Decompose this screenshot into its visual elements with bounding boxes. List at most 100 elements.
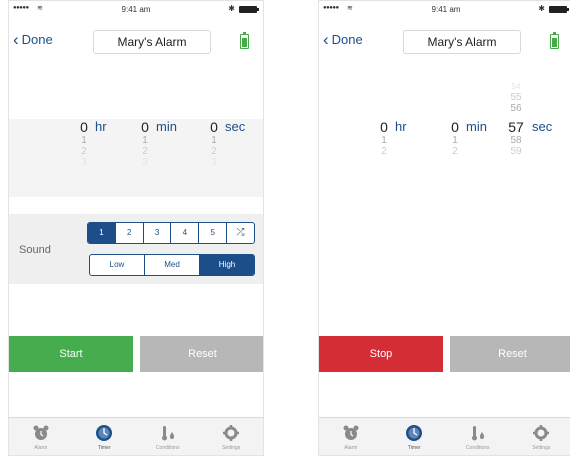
action-buttons: Start Reset (9, 336, 263, 372)
hour-option: 1 (381, 135, 387, 146)
second-option: 58 (510, 135, 522, 146)
status-bar: ●●●●● ≋ 9:41 am ✱ (9, 1, 263, 19)
battery-icon (239, 6, 259, 13)
minute-unit: min (466, 119, 487, 134)
volume-high[interactable]: High (200, 255, 254, 275)
bluetooth-icon: ✱ (228, 4, 235, 13)
right-screen: ●●●●● ≋ 9:41 am ✱ ‹ Done Mary's Alarm 0 … (318, 0, 570, 456)
hour-wheel[interactable]: 0 hr 1 2 (369, 119, 406, 157)
volume-low[interactable]: Low (90, 255, 145, 275)
sound-option-4[interactable]: 4 (171, 223, 200, 243)
tab-timer[interactable]: Timer (383, 418, 447, 455)
alarm-clock-icon (9, 424, 73, 442)
time-picker[interactable]: 0 hr 1 2 3 0 min 1 2 3 0 sec 1 2 3 (9, 119, 263, 197)
tab-label: Timer (97, 445, 111, 451)
hour-option: 2 (381, 146, 387, 157)
timer-icon (383, 424, 447, 442)
second-option: 54 (511, 82, 521, 91)
second-option: 56 (510, 103, 522, 114)
chevron-left-icon: ‹ (13, 30, 19, 49)
sound-option-2[interactable]: 2 (116, 223, 144, 243)
minute-option: 2 (452, 146, 458, 157)
hour-option: 3 (81, 157, 87, 168)
alarm-name-field[interactable]: Mary's Alarm (93, 30, 211, 54)
hour-option: 2 (81, 146, 87, 157)
sound-option-1[interactable]: 1 (88, 223, 116, 243)
status-bar: ●●●●● ≋ 9:41 am ✱ (319, 1, 570, 19)
tab-conditions[interactable]: Conditions (136, 418, 200, 455)
tab-label: Settings (532, 445, 551, 451)
alarm-name-field[interactable]: Mary's Alarm (403, 30, 521, 54)
alarm-clock-icon (319, 424, 383, 442)
status-time: 9:41 am (431, 5, 461, 14)
shuffle-button[interactable]: ⤮ (227, 223, 254, 243)
reset-button[interactable]: Reset (140, 336, 263, 372)
bluetooth-icon: ✱ (538, 4, 545, 13)
time-picker[interactable]: 0 hr 1 2 0 min 1 2 54 55 56 57 sec 58 59 (319, 82, 570, 197)
second-unit: sec (225, 119, 246, 134)
tab-alarm[interactable]: Alarm (319, 418, 383, 455)
minute-wheel[interactable]: 0 min 1 2 (440, 119, 487, 157)
chevron-left-icon: ‹ (323, 30, 329, 49)
stop-button[interactable]: Stop (319, 336, 443, 372)
tab-conditions[interactable]: Conditions (446, 418, 510, 455)
tab-settings[interactable]: Settings (510, 418, 570, 455)
timer-icon (73, 424, 137, 442)
second-value: 57 (508, 119, 524, 135)
hour-unit: hr (395, 119, 407, 134)
left-screen: ●●●●● ≋ 9:41 am ✱ ‹ Done Mary's Alarm 0 … (8, 0, 264, 456)
tab-timer[interactable]: Timer (73, 418, 137, 455)
battery-icon (549, 6, 569, 13)
reset-button[interactable]: Reset (450, 336, 570, 372)
sound-number-selector: 1 2 3 4 5 ⤮ (87, 222, 255, 244)
second-wheel[interactable]: 0 sec 1 2 3 (199, 119, 245, 168)
tab-settings[interactable]: Settings (200, 418, 264, 455)
nav-bar: ‹ Done Mary's Alarm (319, 23, 570, 59)
second-option: 3 (211, 157, 217, 168)
hour-unit: hr (95, 119, 107, 134)
tab-label: Timer (407, 445, 421, 451)
tab-label: Conditions (465, 445, 490, 451)
gear-icon (200, 424, 264, 442)
done-button[interactable]: ‹ Done (13, 30, 53, 49)
status-time: 9:41 am (121, 5, 151, 14)
tab-label: Alarm (344, 445, 358, 451)
minute-wheel[interactable]: 0 min 1 2 3 (130, 119, 177, 168)
device-battery-icon (550, 32, 559, 49)
second-option: 55 (510, 92, 522, 103)
nav-bar: ‹ Done Mary's Alarm (9, 23, 263, 59)
second-options-above: 54 55 56 (501, 81, 531, 114)
second-option: 2 (211, 146, 217, 157)
thermometer-icon (446, 424, 510, 442)
minute-option: 1 (142, 135, 148, 146)
gear-icon (510, 424, 570, 442)
tab-alarm[interactable]: Alarm (9, 418, 73, 455)
done-label: Done (331, 32, 363, 47)
done-button[interactable]: ‹ Done (323, 30, 363, 49)
tab-label: Conditions (155, 445, 180, 451)
minute-option: 3 (142, 157, 148, 168)
shuffle-icon: ⤮ (236, 227, 245, 238)
sound-label: Sound (19, 244, 51, 256)
minute-option: 1 (452, 135, 458, 146)
tab-label: Alarm (34, 445, 48, 451)
tab-label: Settings (222, 445, 241, 451)
minute-unit: min (156, 119, 177, 134)
thermometer-icon (136, 424, 200, 442)
start-button[interactable]: Start (9, 336, 133, 372)
sound-option-3[interactable]: 3 (144, 223, 172, 243)
action-buttons: Stop Reset (319, 336, 570, 372)
sound-panel: Sound 1 2 3 4 5 ⤮ Low Med High (9, 214, 263, 284)
volume-med[interactable]: Med (145, 255, 200, 275)
volume-selector: Low Med High (89, 254, 255, 276)
second-wheel[interactable]: 54 55 56 57 sec 58 59 (501, 82, 552, 157)
sound-option-5[interactable]: 5 (199, 223, 228, 243)
device-battery-icon (240, 32, 249, 49)
minute-option: 2 (142, 146, 148, 157)
done-label: Done (21, 32, 53, 47)
tab-bar: Alarm Timer Conditions Settings (319, 417, 570, 455)
tab-bar: Alarm Timer Conditions Settings (9, 417, 263, 455)
hour-wheel[interactable]: 0 hr 1 2 3 (69, 119, 106, 168)
second-option: 1 (211, 135, 217, 146)
hour-option: 1 (81, 135, 87, 146)
